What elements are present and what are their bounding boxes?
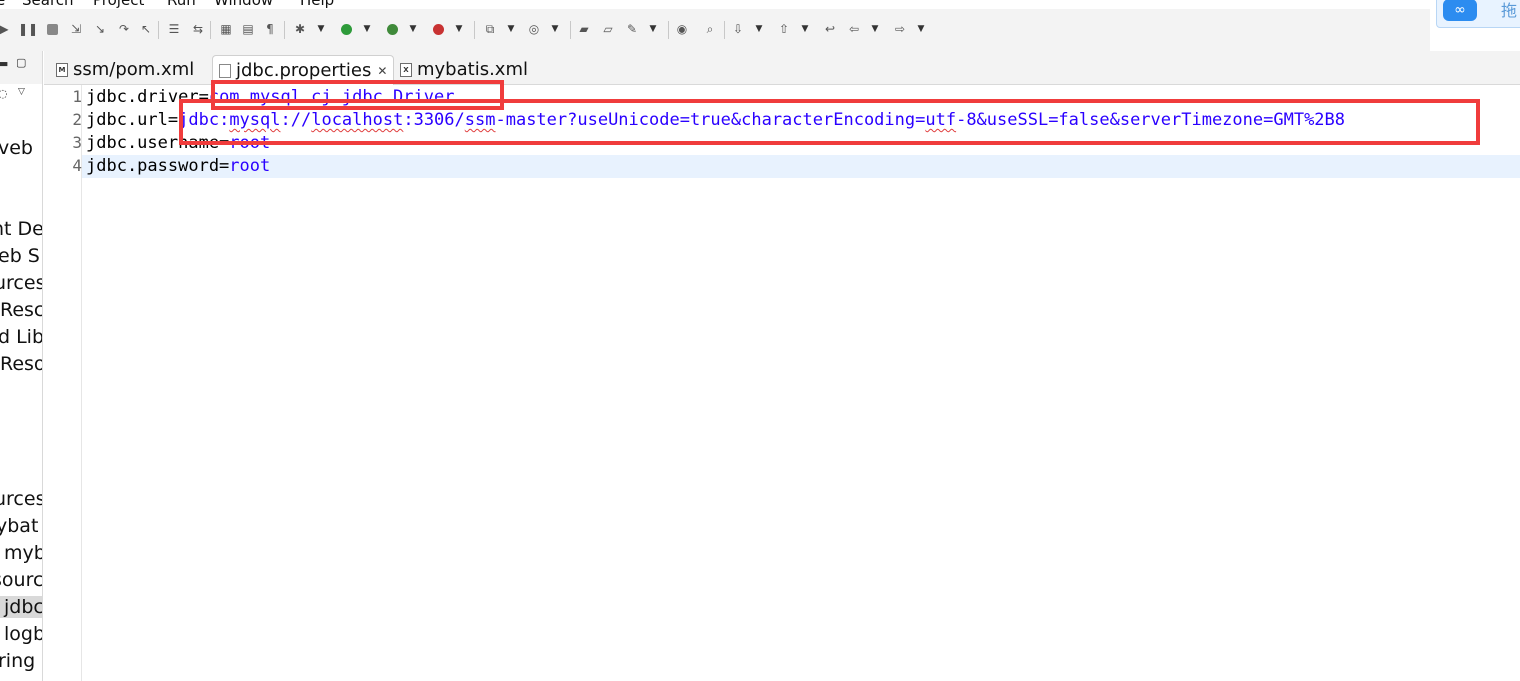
collapse-icon[interactable]: ◌	[0, 87, 8, 100]
show-whitespace-icon[interactable]: ¶	[262, 21, 278, 37]
cloud-upload-widget[interactable]: ∞ 拖	[1436, 0, 1520, 28]
tree-item[interactable]: Resc	[0, 299, 42, 321]
explorer-header: ▬ ▢	[0, 51, 42, 84]
line-number: 3	[72, 133, 82, 152]
tree-item[interactable]: myb	[4, 542, 42, 564]
menubar: e Search Project Run Window Help	[0, 0, 1520, 9]
tab-label: jdbc.properties	[236, 60, 372, 81]
tree-item[interactable]: ring	[0, 650, 35, 672]
tree-item[interactable]: veb	[0, 137, 33, 159]
menu-help[interactable]: Help	[300, 0, 334, 9]
new-server-dropdown-icon[interactable]: ▼	[506, 21, 516, 37]
previous-annotation-dropdown-icon[interactable]: ▼	[800, 21, 810, 37]
properties-file-icon	[219, 63, 231, 78]
debug-icon[interactable]: ✱	[292, 21, 308, 37]
current-line-highlight	[82, 155, 1520, 178]
disconnect-icon[interactable]: ⇲	[68, 21, 84, 37]
menu-search[interactable]: Search	[22, 0, 74, 9]
close-icon[interactable]: ✕	[377, 64, 387, 78]
globe-icon[interactable]: ◉	[674, 21, 690, 37]
forward-icon[interactable]: ⇨	[892, 21, 908, 37]
line-number: 4	[72, 156, 82, 175]
run-dropdown-icon[interactable]: ▼	[362, 21, 372, 37]
menu-window[interactable]: Window	[214, 0, 273, 9]
minimize-icon[interactable]: ▬	[0, 57, 8, 70]
xml-file-icon: X	[400, 62, 412, 77]
tree-item[interactable]: nt De	[0, 218, 42, 240]
coverage-icon[interactable]	[384, 21, 400, 37]
properties-editor[interactable]: 1 2 3 4 jdbc.driver=com.mysql.cj.jdbc.Dr…	[44, 85, 1520, 681]
code-line-4[interactable]: jdbc.password=root	[86, 155, 270, 178]
previous-annotation-icon[interactable]: ⇧	[776, 21, 792, 37]
terminate-icon[interactable]	[44, 21, 60, 37]
drop-to-frame-icon[interactable]: ☰	[166, 21, 182, 37]
property-key: jdbc.url=	[86, 110, 179, 130]
cloud-icon: ∞	[1443, 0, 1477, 21]
line-number: 2	[72, 110, 82, 129]
last-edit-location-icon[interactable]: ↩	[822, 21, 838, 37]
tree-item[interactable]: urces	[0, 488, 42, 510]
annotation-box-url	[179, 99, 1480, 145]
step-return-icon[interactable]: ↖	[138, 21, 154, 37]
pin-dropdown-icon[interactable]: ▼	[648, 21, 658, 37]
next-annotation-icon[interactable]: ⇩	[730, 21, 746, 37]
line-number: 1	[72, 87, 82, 106]
menu-project[interactable]: Project	[93, 0, 144, 9]
run-icon[interactable]	[338, 21, 354, 37]
tab-label: ssm/pom.xml	[73, 59, 195, 80]
suspend-icon[interactable]: ❚❚	[18, 21, 38, 37]
next-annotation-dropdown-icon[interactable]: ▼	[754, 21, 764, 37]
new-server-icon[interactable]: ⧉	[482, 21, 498, 37]
back-icon[interactable]: ⇦	[846, 21, 862, 37]
use-step-filters-icon[interactable]: ⇆	[190, 21, 206, 37]
tree-item[interactable]: Reso	[0, 353, 42, 375]
tree-item[interactable]: eb S	[0, 245, 40, 267]
main-toolbar: ▶ ❚❚ ⇲ ↘ ↷ ↖ ☰ ⇆ ▦ ▤ ¶ ✱ ▼ ▼ ▼ ▼ ⧉ ▼ ◎ ▼…	[0, 9, 1430, 51]
search-icon[interactable]: ⌕	[702, 21, 718, 37]
back-dropdown-icon[interactable]: ▼	[870, 21, 880, 37]
widget-label: 拖	[1501, 1, 1518, 20]
coverage-dropdown-icon[interactable]: ▼	[408, 21, 418, 37]
step-into-icon[interactable]: ↘	[92, 21, 108, 37]
property-key: jdbc.password=	[86, 156, 230, 176]
tab-label: mybatis.xml	[417, 59, 528, 80]
open-folder-icon[interactable]: ▰	[576, 21, 592, 37]
open-task-icon[interactable]: ▱	[600, 21, 616, 37]
new-java-class-icon[interactable]: ◎	[526, 21, 542, 37]
step-over-icon[interactable]: ↷	[116, 21, 132, 37]
tree-item[interactable]: d Lib	[0, 326, 42, 348]
tree-item[interactable]: ybat	[0, 515, 38, 537]
tree-item-selected[interactable]: jdbc	[0, 596, 42, 618]
tab-pom-xml[interactable]: M ssm/pom.xml	[52, 55, 198, 84]
open-type-icon[interactable]: ▦	[218, 21, 234, 37]
resume-icon[interactable]: ▶	[0, 21, 12, 37]
forward-dropdown-icon[interactable]: ▼	[916, 21, 926, 37]
property-value: root	[229, 156, 271, 176]
menu-run[interactable]: Run	[167, 0, 196, 9]
external-tools-icon[interactable]	[430, 21, 446, 37]
maximize-icon[interactable]: ▢	[16, 56, 26, 69]
tree-item[interactable]: logb	[4, 623, 42, 645]
view-menu-icon[interactable]: ▽	[18, 87, 25, 97]
package-explorer: ▬ ▢ ◌ ▽ veb nt De eb S urces Resc d Lib …	[0, 51, 43, 681]
menu-edit[interactable]: e	[0, 0, 5, 9]
maven-xml-file-icon: M	[56, 62, 68, 77]
tree-item[interactable]: urces	[0, 272, 42, 294]
tree-item[interactable]: sourc	[0, 569, 42, 591]
toggle-block-icon[interactable]: ▤	[240, 21, 256, 37]
external-tools-dropdown-icon[interactable]: ▼	[454, 21, 464, 37]
new-java-class-dropdown-icon[interactable]: ▼	[550, 21, 560, 37]
debug-dropdown-icon[interactable]: ▼	[316, 21, 326, 37]
pin-icon[interactable]: ✎	[624, 21, 640, 37]
